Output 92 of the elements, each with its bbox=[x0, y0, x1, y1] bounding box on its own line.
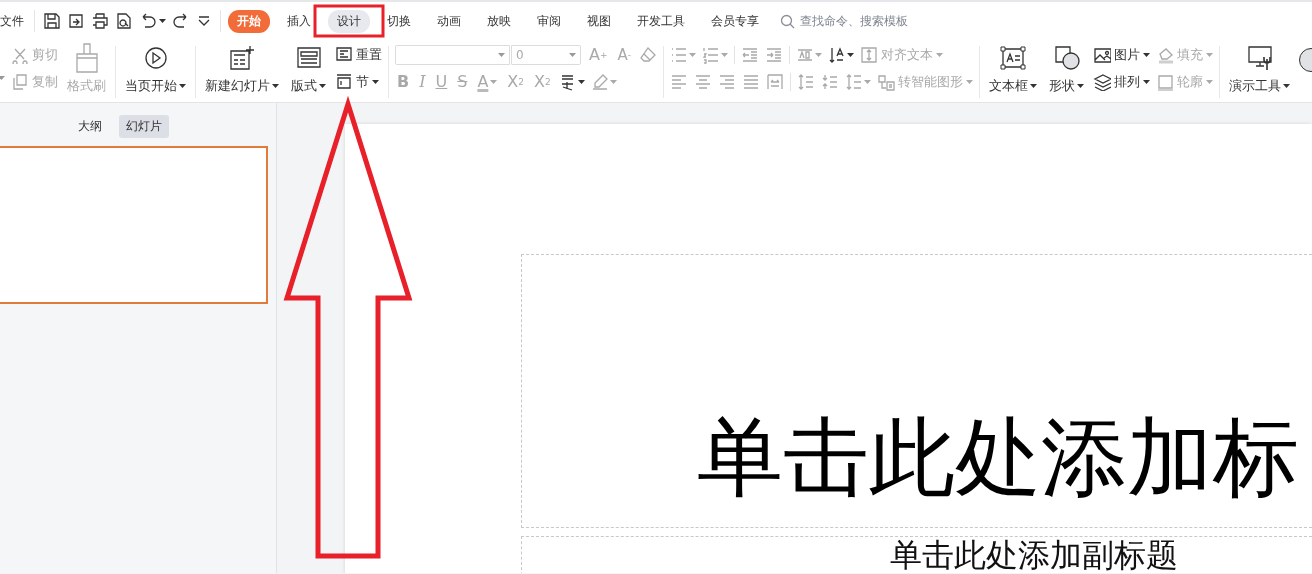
section-icon bbox=[335, 73, 353, 91]
section-button[interactable]: 节 bbox=[335, 71, 382, 93]
panel-tab[interactable]: 幻灯片 bbox=[119, 115, 169, 138]
new-slide-icon bbox=[229, 45, 255, 71]
ribbon-tab[interactable]: 会员专享 bbox=[702, 9, 768, 33]
ribbon-tab[interactable]: 设计 bbox=[328, 9, 370, 33]
layers-icon bbox=[1093, 73, 1111, 91]
shapes-icon bbox=[1053, 45, 1080, 71]
presentation-tools-button[interactable]: 演示工具 bbox=[1226, 42, 1293, 95]
picture-button[interactable]: 图片 bbox=[1093, 44, 1150, 66]
align-left-icon bbox=[670, 73, 688, 91]
bullet-list-icon bbox=[670, 46, 688, 64]
caret-icon bbox=[815, 53, 822, 57]
monitor-icon bbox=[1246, 45, 1273, 71]
ribbon-tab[interactable]: 插入 bbox=[278, 9, 320, 33]
ribbon-tab[interactable]: 放映 bbox=[478, 9, 520, 33]
caret-icon bbox=[966, 80, 973, 84]
caret-icon bbox=[569, 53, 576, 57]
outline-icon bbox=[1156, 73, 1174, 91]
caret-icon bbox=[1077, 84, 1084, 88]
layout-icon bbox=[295, 45, 322, 71]
copy-icon bbox=[11, 73, 29, 91]
title-placeholder: 单击此处添加标 bbox=[697, 410, 1299, 505]
marker-icon bbox=[590, 73, 609, 91]
caret-icon bbox=[1030, 84, 1037, 88]
ribbon-tab[interactable]: 动画 bbox=[428, 9, 470, 33]
panel-tab[interactable]: 大纲 bbox=[71, 115, 109, 138]
highlight-box bbox=[313, 4, 385, 38]
search-field[interactable]: 查找命令、搜索模板 bbox=[780, 13, 962, 29]
caret-icon bbox=[1283, 84, 1290, 88]
image-icon bbox=[1093, 46, 1111, 64]
spacing-icon bbox=[796, 46, 814, 64]
caret-icon bbox=[864, 80, 871, 84]
reset-button[interactable]: 重置 bbox=[335, 44, 382, 66]
caret-icon bbox=[1206, 53, 1213, 57]
align-box-icon bbox=[860, 46, 878, 64]
text-box-button[interactable]: 文本框 bbox=[986, 42, 1040, 95]
ribbon-tab[interactable]: 切换 bbox=[378, 9, 420, 33]
caret-icon bbox=[936, 53, 943, 57]
slide-thumbnail[interactable] bbox=[0, 146, 268, 304]
line-spacing-icon bbox=[797, 73, 815, 91]
outdent-icon bbox=[741, 46, 759, 64]
caret-icon bbox=[179, 84, 186, 88]
paragraph-spacing-icon bbox=[821, 73, 839, 91]
align-center-icon bbox=[694, 73, 712, 91]
layout-button[interactable]: 版式 bbox=[288, 42, 329, 95]
text-box-icon bbox=[1000, 46, 1026, 70]
smart-graphic-icon bbox=[877, 73, 895, 91]
save-icon[interactable] bbox=[43, 12, 61, 30]
fill-icon bbox=[1156, 46, 1174, 64]
print-preview-icon[interactable] bbox=[115, 12, 133, 30]
caret-icon bbox=[319, 84, 326, 88]
caret-icon bbox=[721, 53, 728, 57]
print-icon[interactable] bbox=[91, 12, 109, 30]
font-name-field[interactable] bbox=[395, 45, 510, 65]
search-icon bbox=[780, 13, 795, 29]
indent-icon bbox=[765, 46, 783, 64]
ribbon-tab[interactable]: 视图 bbox=[578, 9, 620, 33]
caret-icon bbox=[577, 80, 585, 84]
justify-icon bbox=[742, 73, 760, 91]
subtitle-placeholder-box[interactable]: 单击此处添加副标题 bbox=[521, 536, 1312, 573]
caret-icon bbox=[689, 53, 696, 57]
play-icon bbox=[143, 46, 168, 70]
numbered-list-icon bbox=[702, 46, 720, 64]
shape-button[interactable]: 形状 bbox=[1046, 42, 1087, 95]
caret-icon bbox=[272, 84, 279, 88]
caret-icon bbox=[1206, 80, 1213, 84]
distribute-icon bbox=[766, 73, 784, 91]
subtitle-placeholder: 单击此处添加副标题 bbox=[890, 537, 1178, 571]
play-from-current-button[interactable]: 当页开始 bbox=[122, 42, 189, 95]
caret-icon bbox=[498, 53, 505, 57]
caret-icon bbox=[159, 19, 166, 23]
caret-icon bbox=[0, 76, 5, 80]
ribbon-tab[interactable]: 审阅 bbox=[528, 9, 570, 33]
file-menu[interactable]: 文件 bbox=[0, 12, 24, 30]
caret-icon bbox=[1143, 53, 1150, 57]
export-icon[interactable] bbox=[67, 12, 85, 30]
reset-icon bbox=[335, 46, 353, 64]
caret-icon bbox=[1143, 80, 1150, 84]
eraser-icon bbox=[639, 46, 657, 64]
title-placeholder-box[interactable]: 单击此处添加标 bbox=[521, 254, 1312, 528]
spacing-icon bbox=[845, 73, 863, 91]
ribbon-tab[interactable]: 开发工具 bbox=[628, 9, 694, 33]
caret-icon bbox=[847, 53, 854, 57]
caret-icon bbox=[490, 80, 498, 84]
arrange-button[interactable]: 排列 bbox=[1093, 71, 1150, 93]
caret-icon bbox=[372, 80, 379, 84]
align-right-icon bbox=[718, 73, 736, 91]
text-direction-icon bbox=[828, 46, 846, 64]
new-slide-button[interactable]: 新建幻灯片 bbox=[202, 42, 282, 95]
caret-icon bbox=[609, 80, 617, 84]
scissors-icon bbox=[11, 46, 29, 64]
